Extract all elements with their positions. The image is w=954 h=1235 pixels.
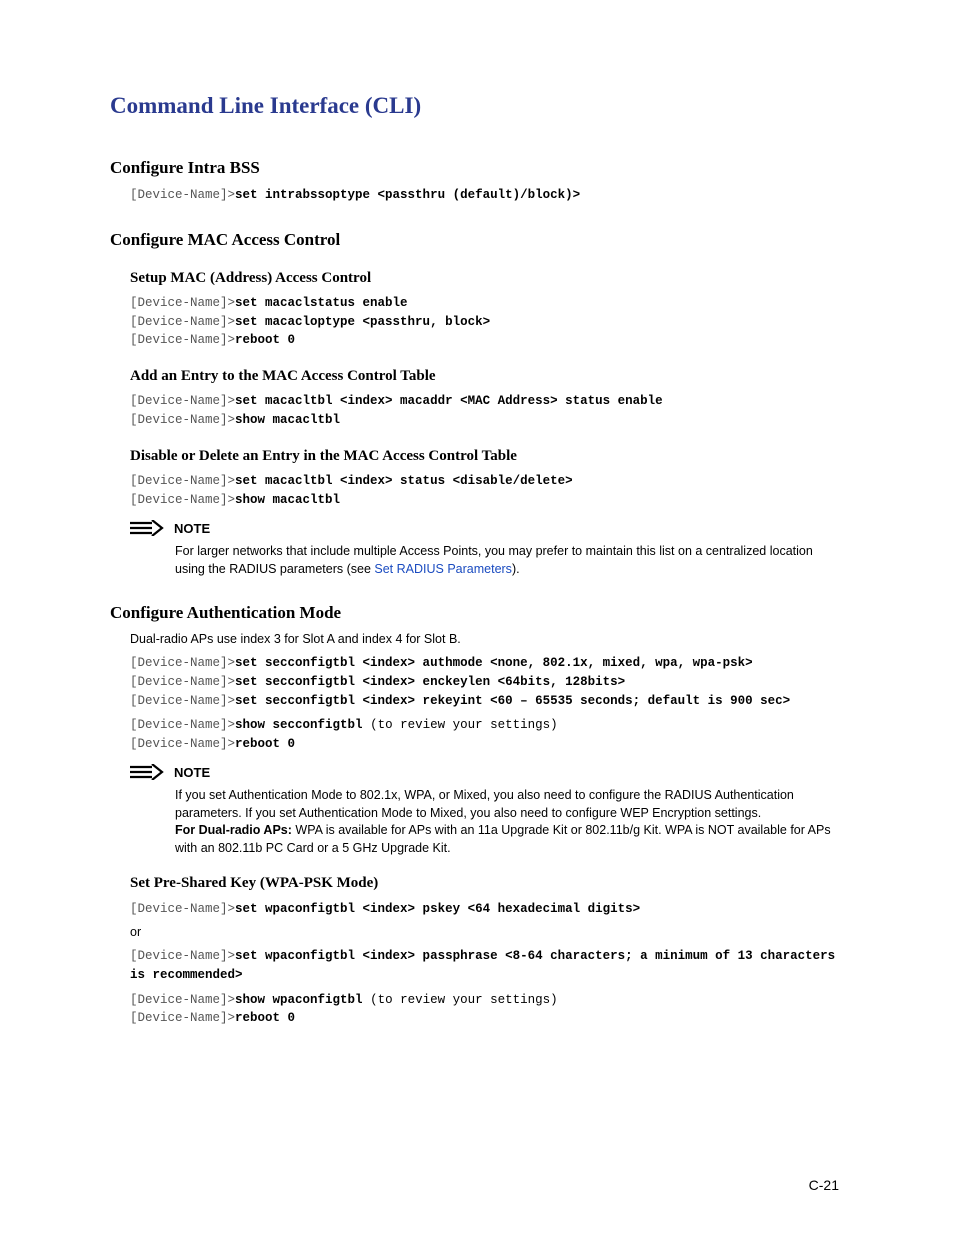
note-text-tail: ). <box>512 562 520 576</box>
section-heading-auth: Configure Authentication Mode <box>110 602 844 625</box>
cli-prompt: [Device-Name]> <box>130 993 235 1007</box>
cli-command: set wpaconfigtbl <index> passphrase <8-6… <box>130 949 835 982</box>
cli-command: set secconfigtbl <index> authmode <none,… <box>235 656 753 670</box>
page-title: Command Line Interface (CLI) <box>110 90 844 121</box>
note-block: NOTE <box>130 520 844 538</box>
cli-command: reboot 0 <box>235 333 295 347</box>
inline-note: (to review your settings) <box>363 993 558 1007</box>
note-text: If you set Authentication Mode to 802.1x… <box>175 788 794 820</box>
subheading-disable-delete: Disable or Delete an Entry in the MAC Ac… <box>130 446 844 466</box>
cli-prompt: [Device-Name]> <box>130 949 235 963</box>
inline-note: (to review your settings) <box>363 718 558 732</box>
cli-command: show secconfigtbl <box>235 718 363 732</box>
code-block: [Device-Name]>set macacltbl <index> maca… <box>130 392 844 430</box>
code-block: [Device-Name]>set wpaconfigtbl <index> p… <box>130 900 844 919</box>
cli-command: set secconfigtbl <index> rekeyint <60 – … <box>235 694 790 708</box>
note-label: NOTE <box>174 764 210 782</box>
code-block: [Device-Name]>set secconfigtbl <index> a… <box>130 654 844 710</box>
note-bold: For Dual-radio APs: <box>175 823 292 837</box>
cli-prompt: [Device-Name]> <box>130 333 235 347</box>
cli-command: set macaclstatus enable <box>235 296 408 310</box>
cli-prompt: [Device-Name]> <box>130 694 235 708</box>
subheading-psk: Set Pre-Shared Key (WPA-PSK Mode) <box>130 873 844 893</box>
note-label: NOTE <box>174 520 210 538</box>
cli-prompt: [Device-Name]> <box>130 1011 235 1025</box>
cli-command: set macacloptype <passthru, block> <box>235 315 490 329</box>
code-block: [Device-Name]>show secconfigtbl (to revi… <box>130 716 844 754</box>
code-block: [Device-Name]>show wpaconfigtbl (to revi… <box>130 991 844 1029</box>
cli-command: set macacltbl <index> status <disable/de… <box>235 474 573 488</box>
cli-prompt: [Device-Name]> <box>130 296 235 310</box>
cli-prompt: [Device-Name]> <box>130 474 235 488</box>
cli-command: set macacltbl <index> macaddr <MAC Addre… <box>235 394 663 408</box>
note-arrow-icon <box>130 520 164 536</box>
cli-command: set secconfigtbl <index> enckeylen <64bi… <box>235 675 625 689</box>
cli-prompt: [Device-Name]> <box>130 188 235 202</box>
cli-prompt: [Device-Name]> <box>130 737 235 751</box>
subheading-add-entry: Add an Entry to the MAC Access Control T… <box>130 366 844 386</box>
note-body: For larger networks that include multipl… <box>175 543 844 578</box>
cli-command: show wpaconfigtbl <box>235 993 363 1007</box>
cli-prompt: [Device-Name]> <box>130 902 235 916</box>
cli-command: show macacltbl <box>235 413 340 427</box>
code-block: [Device-Name]>set macaclstatus enable [D… <box>130 294 844 350</box>
code-block: [Device-Name]>set intrabssoptype <passth… <box>130 186 844 205</box>
cli-prompt: [Device-Name]> <box>130 394 235 408</box>
page-number: C-21 <box>809 1176 839 1195</box>
note-body: If you set Authentication Mode to 802.1x… <box>175 787 844 857</box>
cli-prompt: [Device-Name]> <box>130 315 235 329</box>
cli-prompt: [Device-Name]> <box>130 656 235 670</box>
cli-command: show macacltbl <box>235 493 340 507</box>
cli-command: set wpaconfigtbl <index> pskey <64 hexad… <box>235 902 640 916</box>
section-heading-intra-bss: Configure Intra BSS <box>110 157 844 180</box>
code-block: [Device-Name]>set wpaconfigtbl <index> p… <box>130 947 844 985</box>
body-text: Dual-radio APs use index 3 for Slot A an… <box>130 631 844 648</box>
subheading-setup-mac: Setup MAC (Address) Access Control <box>130 268 844 288</box>
cli-prompt: [Device-Name]> <box>130 413 235 427</box>
cli-command: set intrabssoptype <passthru (default)/b… <box>235 188 580 202</box>
note-arrow-icon <box>130 764 164 780</box>
section-heading-mac: Configure MAC Access Control <box>110 229 844 252</box>
link-set-radius-parameters[interactable]: Set RADIUS Parameters <box>374 562 512 576</box>
cli-command: reboot 0 <box>235 737 295 751</box>
note-block: NOTE <box>130 764 844 782</box>
cli-prompt: [Device-Name]> <box>130 675 235 689</box>
cli-command: reboot 0 <box>235 1011 295 1025</box>
code-block: [Device-Name]>set macacltbl <index> stat… <box>130 472 844 510</box>
cli-prompt: [Device-Name]> <box>130 493 235 507</box>
cli-prompt: [Device-Name]> <box>130 718 235 732</box>
or-text: or <box>130 924 844 941</box>
